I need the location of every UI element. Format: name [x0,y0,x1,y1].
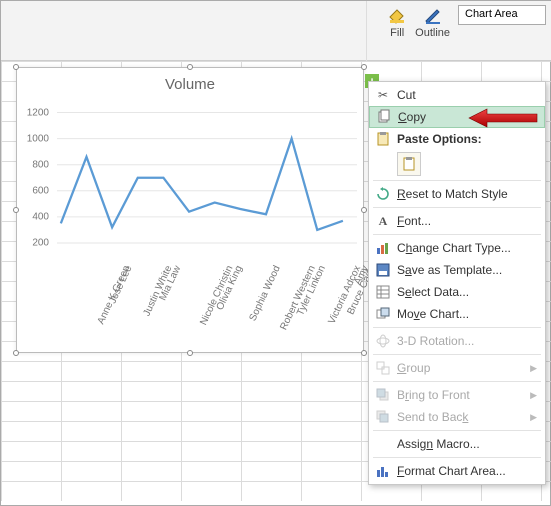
menu-select-data[interactable]: Select Data... [369,281,545,303]
menu-format-chart-area[interactable]: Format Chart Area... [369,460,545,482]
menu-send-to-back: Send to Back ▶ [369,406,545,428]
menu-cut[interactable]: ✂ Cut [369,84,545,106]
group-icon [373,361,393,375]
chart-element-selector[interactable]: Chart Area [458,5,546,25]
menu-reset-match-style[interactable]: Reset to Match Style [369,183,545,205]
y-tick: 200 [32,237,49,248]
y-axis: 200 400 600 800 1000 1200 [17,106,53,256]
paste-option-buttons [369,150,545,178]
x-axis-labels: Anne K GreenJose LeeJustin WhiteMia LawN… [57,260,357,340]
chart-type-icon [373,241,393,255]
outline-button[interactable]: Outline [415,5,450,56]
y-tick: 600 [32,185,49,196]
paste-icon [373,132,393,146]
embedded-chart[interactable]: Volume 200 400 600 800 1000 1200 Anne K Green… [16,67,364,353]
fill-label: Fill [390,27,404,39]
menu-3d-rotation: 3-D Rotation... [369,330,545,352]
scissors-icon: ✂ [373,88,393,102]
fill-button[interactable]: Fill [387,5,407,56]
select-data-icon [373,285,393,299]
fill-icon [387,5,407,25]
y-tick: 1200 [27,107,49,118]
menu-assign-macro[interactable]: Assign Macro... [369,433,545,455]
menu-save-template[interactable]: Save as Template... [369,259,545,281]
chart-context-menu: ✂ Cut Copy Paste Options: Reset to Match… [368,81,546,485]
menu-change-chart-type[interactable]: Change Chart Type... [369,237,545,259]
y-tick: 400 [32,211,49,222]
copy-icon [374,110,394,124]
ribbon-fragment: Fill Outline Chart Area [1,1,551,61]
menu-bring-to-front: Bring to Front ▶ [369,384,545,406]
plot-area[interactable] [57,106,357,256]
menu-font[interactable]: A Font... [369,210,545,232]
paste-keep-source-button[interactable] [397,152,421,176]
outline-icon [423,5,443,25]
move-chart-icon [373,307,393,321]
menu-paste-options-header: Paste Options: [369,128,545,150]
menu-move-chart[interactable]: Move Chart... [369,303,545,325]
outline-label: Outline [415,27,450,39]
rotation-icon [373,334,393,348]
y-tick: 800 [32,159,49,170]
line-series [57,106,357,256]
reset-icon [373,187,393,201]
save-template-icon [373,263,393,277]
format-area-icon [373,464,393,478]
menu-copy[interactable]: Copy [369,106,545,128]
send-back-icon [373,410,393,424]
menu-group: Group ▶ [369,357,545,379]
font-icon: A [373,214,393,229]
bring-front-icon [373,388,393,402]
x-label: Sophia Wood [247,264,282,323]
y-tick: 1000 [27,133,49,144]
chart-title[interactable]: Volume [17,68,363,97]
